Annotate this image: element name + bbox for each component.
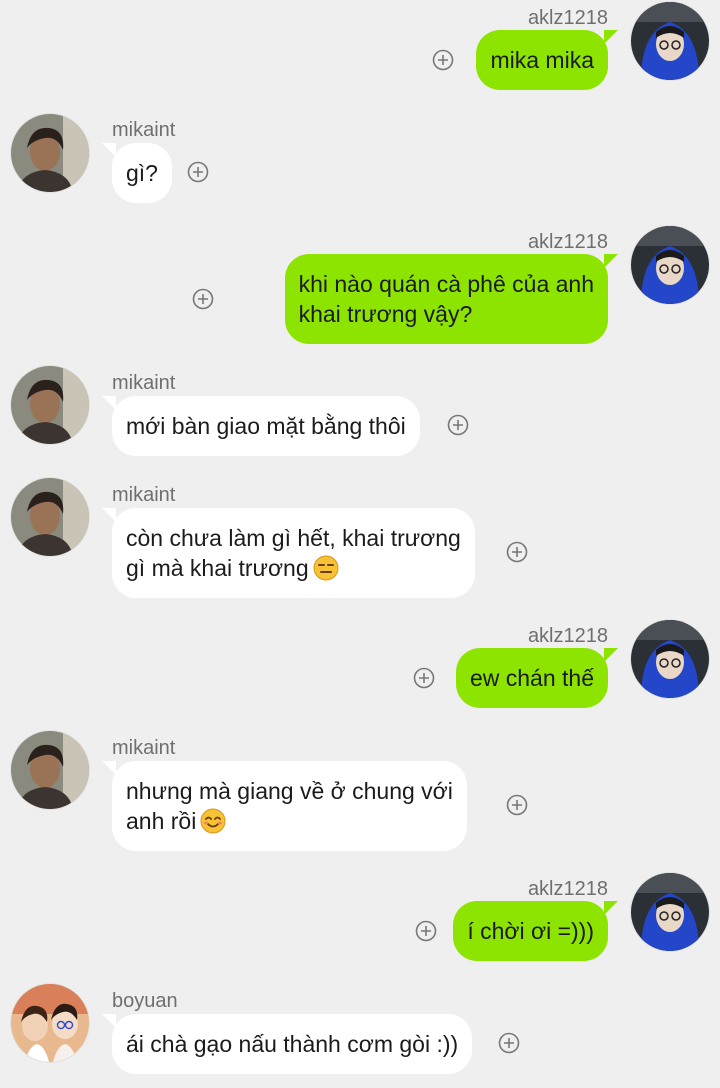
avatar[interactable] [631, 620, 709, 698]
message-text-line: còn chưa làm gì hết, khai trương [126, 525, 461, 551]
message-text-line: khai trương vậy? [298, 301, 473, 327]
add-reaction-icon[interactable] [498, 1032, 520, 1054]
message-text-line: khi nào quán cà phê của anh [298, 271, 594, 297]
avatar[interactable] [11, 984, 89, 1062]
sender-name: aklz1218 [527, 878, 608, 900]
avatar[interactable] [11, 731, 89, 809]
sender-name: aklz1218 [527, 231, 608, 253]
smiling-face-icon [200, 808, 226, 834]
message-bubble[interactable]: còn chưa làm gì hết, khai trương gì mà k… [102, 508, 475, 598]
message-bubble[interactable]: ái chà gạo nấu thành cơm gòi :)) [101, 1014, 473, 1074]
message-bubble[interactable]: ew chán thế [455, 648, 619, 708]
add-reaction-icon[interactable] [415, 920, 437, 942]
message-bubble[interactable]: khi nào quán cà phê của anh khai trương … [284, 254, 619, 344]
message-text: ái chà gạo nấu thành cơm gòi :)) [126, 1031, 459, 1057]
message-text: í chời ơi =))) [467, 918, 594, 944]
message-bubble[interactable]: mika mika [476, 30, 618, 90]
message-bubble[interactable]: í chời ơi =))) [453, 901, 618, 961]
message-text: mới bàn giao mặt bằng thôi [126, 413, 406, 439]
message-text: mika mika [490, 47, 594, 73]
sender-name: mikaint [112, 737, 176, 759]
message-text-line-with-emoji: gì mà khai trương [126, 553, 461, 583]
avatar[interactable] [11, 366, 89, 444]
message-text: gì? [126, 160, 158, 186]
avatar[interactable] [11, 114, 89, 192]
avatar[interactable] [631, 2, 709, 80]
add-reaction-icon[interactable] [506, 794, 528, 816]
sender-name: mikaint [112, 119, 176, 141]
add-reaction-icon[interactable] [506, 541, 528, 563]
message-text: ew chán thế [469, 665, 594, 691]
sender-name: aklz1218 [527, 7, 608, 29]
add-reaction-icon[interactable] [413, 667, 435, 689]
add-reaction-icon[interactable] [447, 414, 469, 436]
sender-name: aklz1218 [527, 625, 608, 647]
add-reaction-icon[interactable] [432, 49, 454, 71]
add-reaction-icon[interactable] [187, 161, 209, 183]
message-bubble[interactable]: nhưng mà giang về ở chung với anh rồi [102, 761, 467, 851]
avatar[interactable] [631, 226, 709, 304]
message-text-line: gì mà khai trương [126, 555, 309, 581]
avatar[interactable] [631, 873, 709, 951]
sender-name: boyuan [112, 990, 178, 1012]
message-bubble[interactable]: mới bàn giao mặt bằng thôi [102, 396, 420, 456]
expressionless-face-icon [313, 555, 339, 581]
message-bubble[interactable]: gì? [102, 143, 172, 203]
sender-name: mikaint [112, 484, 176, 506]
message-text-line-with-emoji: anh rồi [126, 806, 453, 836]
message-text-line: nhưng mà giang về ở chung với [126, 778, 453, 804]
sender-name: mikaint [112, 372, 176, 394]
message-text-line: anh rồi [126, 808, 197, 834]
add-reaction-icon[interactable] [192, 288, 214, 310]
avatar[interactable] [11, 478, 89, 556]
